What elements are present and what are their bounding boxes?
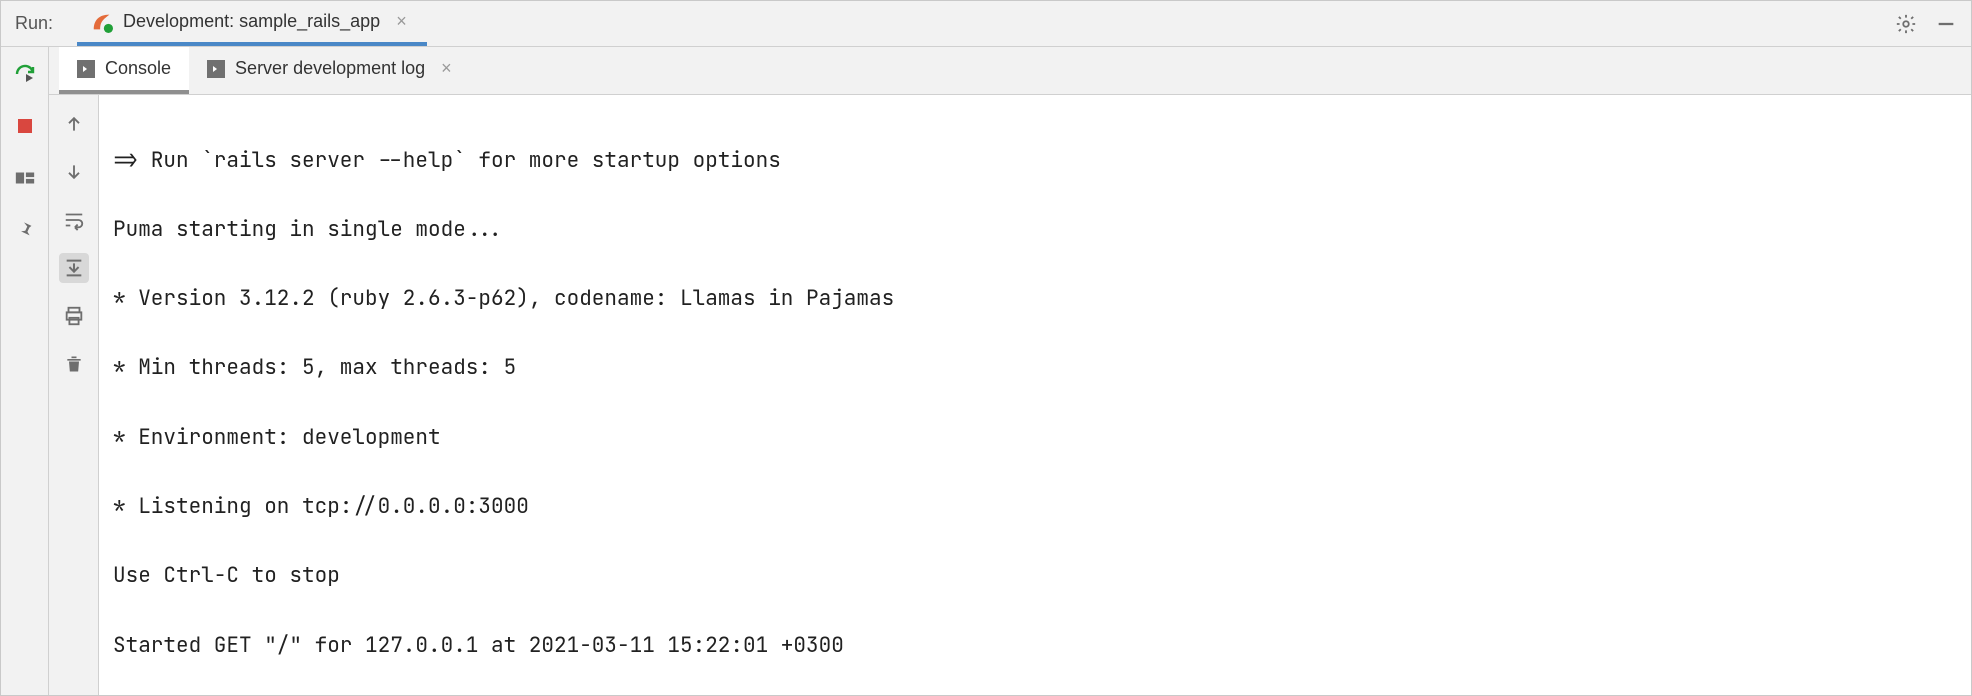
close-icon[interactable]: ×	[435, 58, 458, 79]
console-tabs: Console Server development log ×	[49, 47, 1971, 95]
run-tool-window: Run: Development: sample_rails_app ×	[0, 0, 1972, 696]
console-toolbar	[49, 95, 99, 695]
rails-icon	[91, 11, 113, 33]
pin-icon[interactable]	[12, 217, 38, 243]
console-line: * Version 3.12.2 (ruby 2.6.3-p62), coden…	[113, 282, 1971, 317]
console-line: Started GET "/" for 127.0.0.1 at 2021-03…	[113, 629, 1971, 664]
rerun-icon[interactable]	[12, 61, 38, 87]
print-icon[interactable]	[59, 301, 89, 331]
down-arrow-icon[interactable]	[59, 157, 89, 187]
trash-icon[interactable]	[59, 349, 89, 379]
stop-icon[interactable]	[12, 113, 38, 139]
run-vertical-toolbar	[1, 47, 49, 695]
up-arrow-icon[interactable]	[59, 109, 89, 139]
tab-console[interactable]: Console	[59, 47, 189, 94]
tab-console-label: Console	[105, 58, 171, 79]
gear-icon[interactable]	[1895, 13, 1917, 35]
console-line: Use Ctrl-C to stop	[113, 559, 1971, 594]
tool-window-title: Run:	[15, 13, 53, 34]
soft-wrap-icon[interactable]	[59, 205, 89, 235]
tab-server-log-label: Server development log	[235, 58, 425, 79]
console-line: * Min threads: 5, max threads: 5	[113, 351, 1971, 386]
console-line: Puma starting in single mode...	[113, 213, 1971, 248]
run-config-tab-label: Development: sample_rails_app	[123, 11, 380, 32]
minimize-icon[interactable]	[1935, 13, 1957, 35]
layout-icon[interactable]	[12, 165, 38, 191]
scroll-to-end-icon[interactable]	[59, 253, 89, 283]
console-tab-icon	[77, 60, 95, 78]
close-icon[interactable]: ×	[390, 11, 413, 32]
console-line: * Environment: development	[113, 421, 1971, 456]
tab-server-log[interactable]: Server development log ×	[189, 47, 476, 94]
server-log-tab-icon	[207, 60, 225, 78]
console-output[interactable]: => Run `rails server --help` for more st…	[99, 95, 1971, 695]
console-line: * Listening on tcp://0.0.0.0:3000	[113, 490, 1971, 525]
tool-window-header: Run: Development: sample_rails_app ×	[1, 1, 1971, 47]
run-config-tab[interactable]: Development: sample_rails_app ×	[77, 1, 427, 46]
console-line: => Run `rails server --help` for more st…	[113, 144, 1971, 179]
